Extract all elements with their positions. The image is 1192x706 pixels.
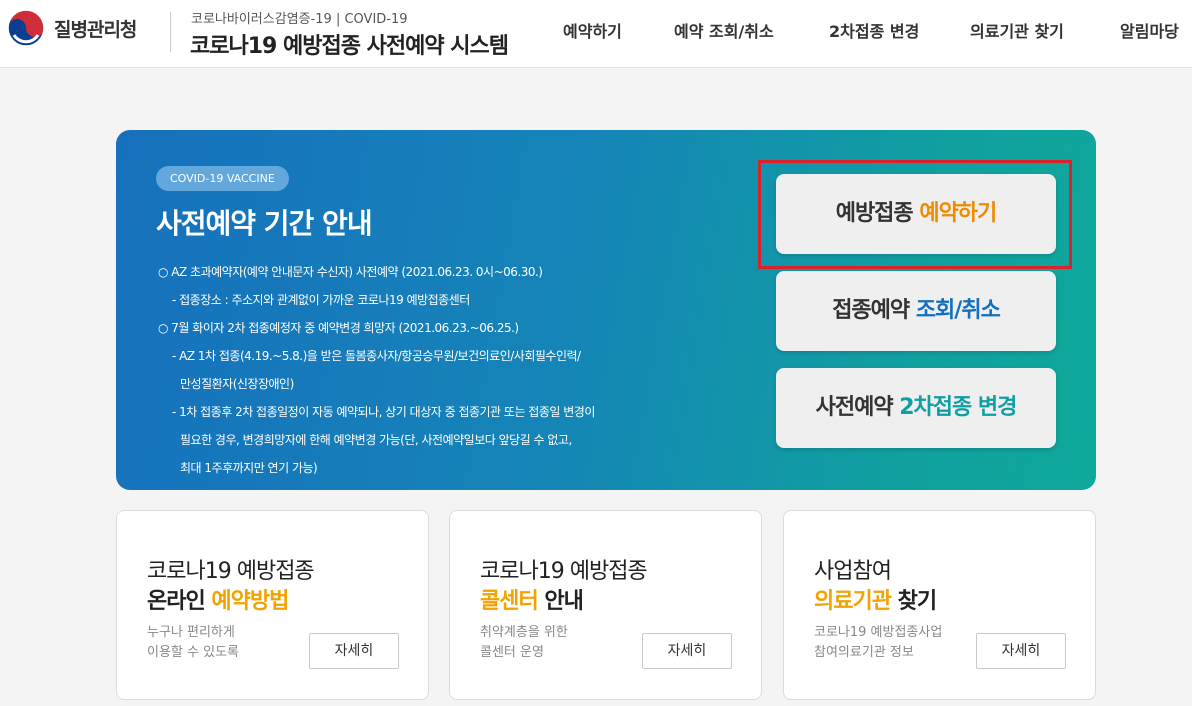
button-highlight: 조회/취소 [915,298,1001,323]
notice-line: 만성질환자(신장장애인) [180,377,294,391]
card-title-line2: 의료기관 찾기 [814,589,937,614]
notice-line: - 1차 접종후 2차 접종일정이 자동 예약되나, 상기 대상자 중 접종기관… [172,405,595,419]
card-description: 취약계층을 위한 콜센터 운영 [480,625,568,660]
card-description: 누구나 편리하게 이용할 수 있도록 [147,625,239,660]
button-highlight: 예약하기 [919,201,997,226]
card-find-clinic: 사업참여 의료기관 찾기 코로나19 예방접종사업 참여의료기관 정보 자세히 [783,510,1096,700]
button-prefix: 사전예약 [815,395,900,420]
lookup-cancel-button[interactable]: 접종예약 조회/취소 [776,271,1056,351]
reserve-vaccination-button[interactable]: 예방접종 예약하기 [776,174,1056,254]
banner-title: 사전예약 기간 안내 [156,207,373,240]
card-title-line2: 온라인 예약방법 [147,589,289,614]
card-title-line1: 코로나19 예방접종 [480,559,648,584]
nav-item-reserve[interactable]: 예약하기 [563,18,622,42]
card-call-center-guide: 코로나19 예방접종 콜센터 안내 취약계층을 위한 콜센터 운영 자세히 [449,510,762,700]
nav-item-lookup-cancel[interactable]: 예약 조회/취소 [674,18,774,42]
second-dose-change-button[interactable]: 사전예약 2차접종 변경 [776,368,1056,448]
main-nav: 예약하기 예약 조회/취소 2차접종 변경 의료기관 찾기 알림마당 [0,18,1192,42]
notice-line: - 접종장소 : 주소지와 관계없이 가까운 코로나19 예방접종센터 [172,293,470,307]
details-button[interactable]: 자세히 [642,633,732,669]
card-title-line1: 코로나19 예방접종 [147,559,315,584]
notice-line: ○ AZ 초과예약자(예약 안내문자 수신자) 사전예약 (2021.06.23… [158,265,543,279]
notice-line: ○ 7월 화이자 2차 접종예정자 중 예약변경 희망자 (2021.06.23… [158,321,519,335]
button-prefix: 예방접종 [835,201,920,226]
nav-item-second-dose-change[interactable]: 2차접종 변경 [829,18,919,42]
notice-line: - AZ 1차 접종(4.19.~5.8.)을 받은 돌봄종사자/항공승무원/보… [172,349,581,363]
button-highlight: 2차접종 변경 [899,395,1017,420]
nav-item-notice[interactable]: 알림마당 [1120,18,1179,42]
details-button[interactable]: 자세히 [976,633,1066,669]
nav-item-find-clinic[interactable]: 의료기관 찾기 [970,18,1064,42]
notice-line: 최대 1주후까지만 연기 가능) [180,461,318,475]
vaccine-badge: COVID-19 VACCINE [156,166,289,191]
card-online-reservation-guide: 코로나19 예방접종 온라인 예약방법 누구나 편리하게 이용할 수 있도록 자세… [116,510,429,700]
button-prefix: 접종예약 [832,298,916,323]
card-title-line1: 사업참여 [814,559,892,584]
reservation-banner: COVID-19 VACCINE 사전예약 기간 안내 ○ AZ 초과예약자(예… [116,130,1096,490]
site-header: 질병관리청 코로나바이러스감염증-19 | COVID-19 코로나19 예방접… [0,0,1192,68]
card-title-line2: 콜센터 안내 [480,589,584,614]
notice-line: 필요한 경우, 변경희망자에 한해 예약변경 가능(단, 사전예약일보다 앞당길… [180,433,572,447]
details-button[interactable]: 자세히 [309,633,399,669]
card-description: 코로나19 예방접종사업 참여의료기관 정보 [814,625,943,660]
